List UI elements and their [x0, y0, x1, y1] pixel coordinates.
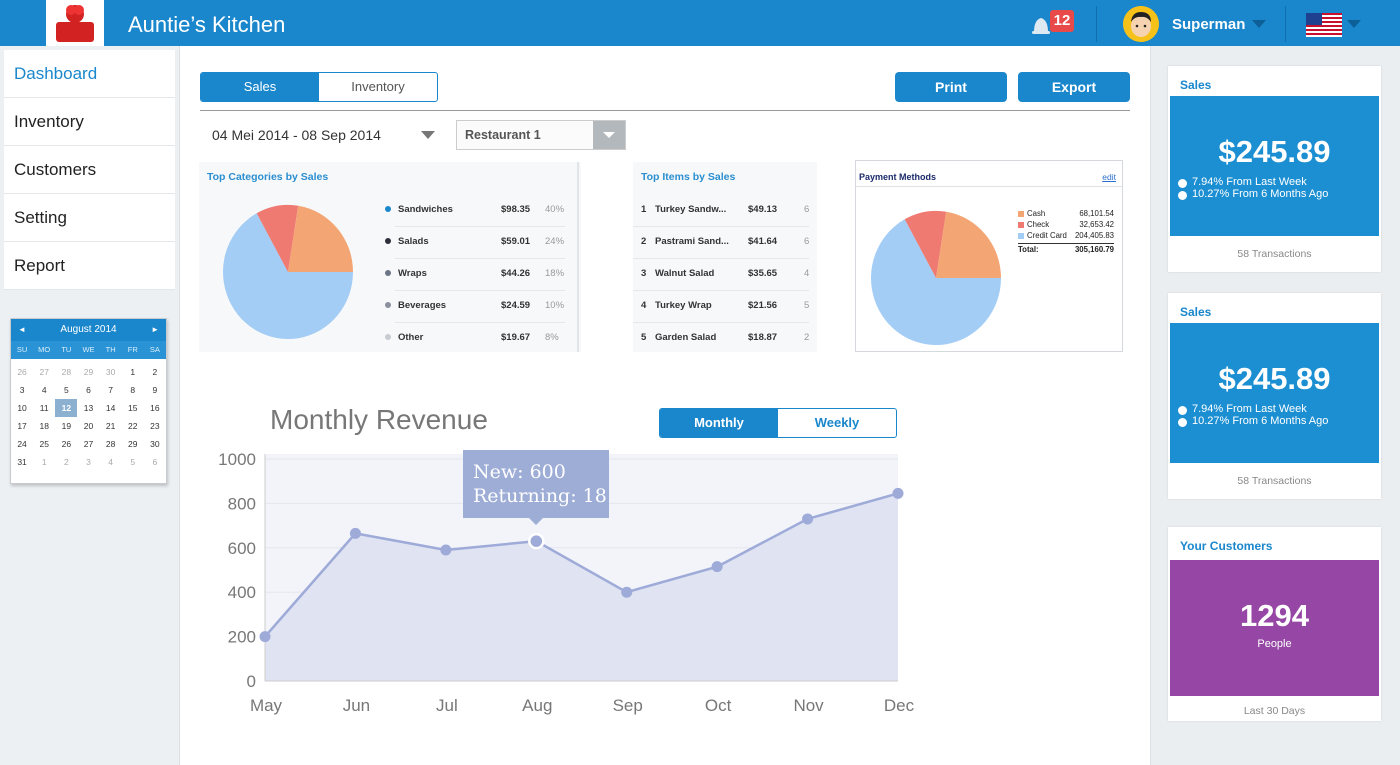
- payment-row: Cash 68,101.54: [1018, 209, 1114, 220]
- tooltip-new: New: 600: [473, 461, 566, 483]
- card-title: Sales: [1180, 305, 1212, 319]
- chart-point-highlight: [528, 532, 545, 550]
- user-name[interactable]: Superman: [1172, 16, 1245, 33]
- y-tick-label: 0: [247, 672, 256, 691]
- card-line: 10.27% From 6 Months Ago: [1170, 188, 1379, 200]
- y-tick-label: 800: [228, 494, 256, 513]
- card-footer: Last 30 Days: [1243, 705, 1306, 717]
- total-value: 305,160.79: [1074, 245, 1114, 254]
- x-tick-label: May: [250, 696, 283, 715]
- total-divider: [1018, 243, 1114, 244]
- x-tick-label: Nov: [793, 696, 824, 715]
- sales-card-1[interactable]: Sales $245.89 7.94% From Last Week 10.27…: [1168, 66, 1381, 272]
- language-chevron-down-icon[interactable]: [1347, 20, 1361, 28]
- y-tick-label: 600: [228, 539, 256, 558]
- payment-row: Credit Card 204,405.83: [1018, 231, 1114, 242]
- header-divider: [1096, 6, 1097, 42]
- card-line: 7.94% From Last Week: [1170, 403, 1379, 415]
- card-caption: People: [1257, 638, 1292, 650]
- customers-card[interactable]: Your Customers 1294 People Last 30 Days: [1168, 527, 1381, 721]
- x-tick-label: Jul: [436, 696, 458, 715]
- notification-count-badge: 12: [1050, 10, 1074, 32]
- card-title: Sales: [1180, 78, 1212, 92]
- payment-value: 204,405.83: [1074, 231, 1114, 240]
- payment-swatch-icon: [1018, 233, 1024, 239]
- y-tick-label: 400: [228, 583, 256, 602]
- payment-swatch-icon: [1018, 222, 1024, 228]
- chart-tooltip: New: 600 Returning: 18: [463, 450, 609, 525]
- card-line: 10.27% From 6 Months Ago: [1170, 415, 1379, 427]
- chart-point: [440, 544, 452, 556]
- y-tick-label: 1000: [218, 450, 256, 469]
- chart-point: [802, 513, 814, 525]
- chart-point: [711, 561, 723, 573]
- card-box: 1294 People: [1170, 560, 1379, 696]
- card-amount: $245.89: [1218, 361, 1331, 396]
- tooltip-returning: Returning: 18: [473, 485, 607, 507]
- payment-row: Check 32,653.42: [1018, 220, 1114, 231]
- customer-count: 1294: [1240, 598, 1309, 633]
- card-line: 7.94% From Last Week: [1170, 176, 1379, 188]
- chart-point: [892, 487, 904, 499]
- x-tick-label: Sep: [613, 696, 643, 715]
- x-tick-label: Jun: [343, 696, 370, 715]
- payment-name: Cash: [1027, 209, 1046, 218]
- user-menu-chevron-down-icon[interactable]: [1252, 20, 1266, 28]
- x-tick-label: Aug: [522, 696, 552, 715]
- edit-link[interactable]: edit: [1102, 172, 1116, 182]
- monthly-revenue-chart: 0 200 400 600 800 1000 May Jun Jul Aug Sep Oct Nov De…: [218, 450, 915, 715]
- header-divider: [1285, 6, 1286, 42]
- payment-name: Credit Card: [1027, 231, 1067, 240]
- chart-point: [621, 586, 633, 598]
- sales-card-2[interactable]: Sales $245.89 7.94% From Last Week 10.27…: [1168, 293, 1381, 499]
- payment-swatch-icon: [1018, 211, 1024, 217]
- language-flag-icon[interactable]: [1306, 13, 1342, 37]
- payment-total-row: Total: 305,160.79: [1018, 245, 1114, 256]
- chart-point: [349, 527, 361, 539]
- card-footer: 58 Transactions: [1237, 248, 1312, 260]
- card-box: $245.89 7.94% From Last Week 10.27% From…: [1170, 96, 1379, 236]
- x-tick-label: Oct: [705, 696, 732, 715]
- payment-value: 32,653.42: [1079, 220, 1114, 229]
- card-box: $245.89 7.94% From Last Week 10.27% From…: [1170, 323, 1379, 463]
- payment-name: Check: [1027, 220, 1050, 229]
- y-tick-label: 200: [228, 628, 256, 647]
- card-footer: 58 Transactions: [1237, 475, 1312, 487]
- chart-point: [259, 631, 271, 643]
- card-amount: $245.89: [1218, 134, 1331, 169]
- total-label: Total:: [1018, 245, 1039, 254]
- x-tick-label: Dec: [884, 696, 915, 715]
- export-button[interactable]: Export: [1018, 72, 1130, 102]
- card-title: Your Customers: [1180, 539, 1273, 553]
- payment-value: 68,101.54: [1079, 209, 1114, 218]
- avatar[interactable]: [1123, 6, 1159, 42]
- notifications-button[interactable]: 12: [1026, 8, 1078, 40]
